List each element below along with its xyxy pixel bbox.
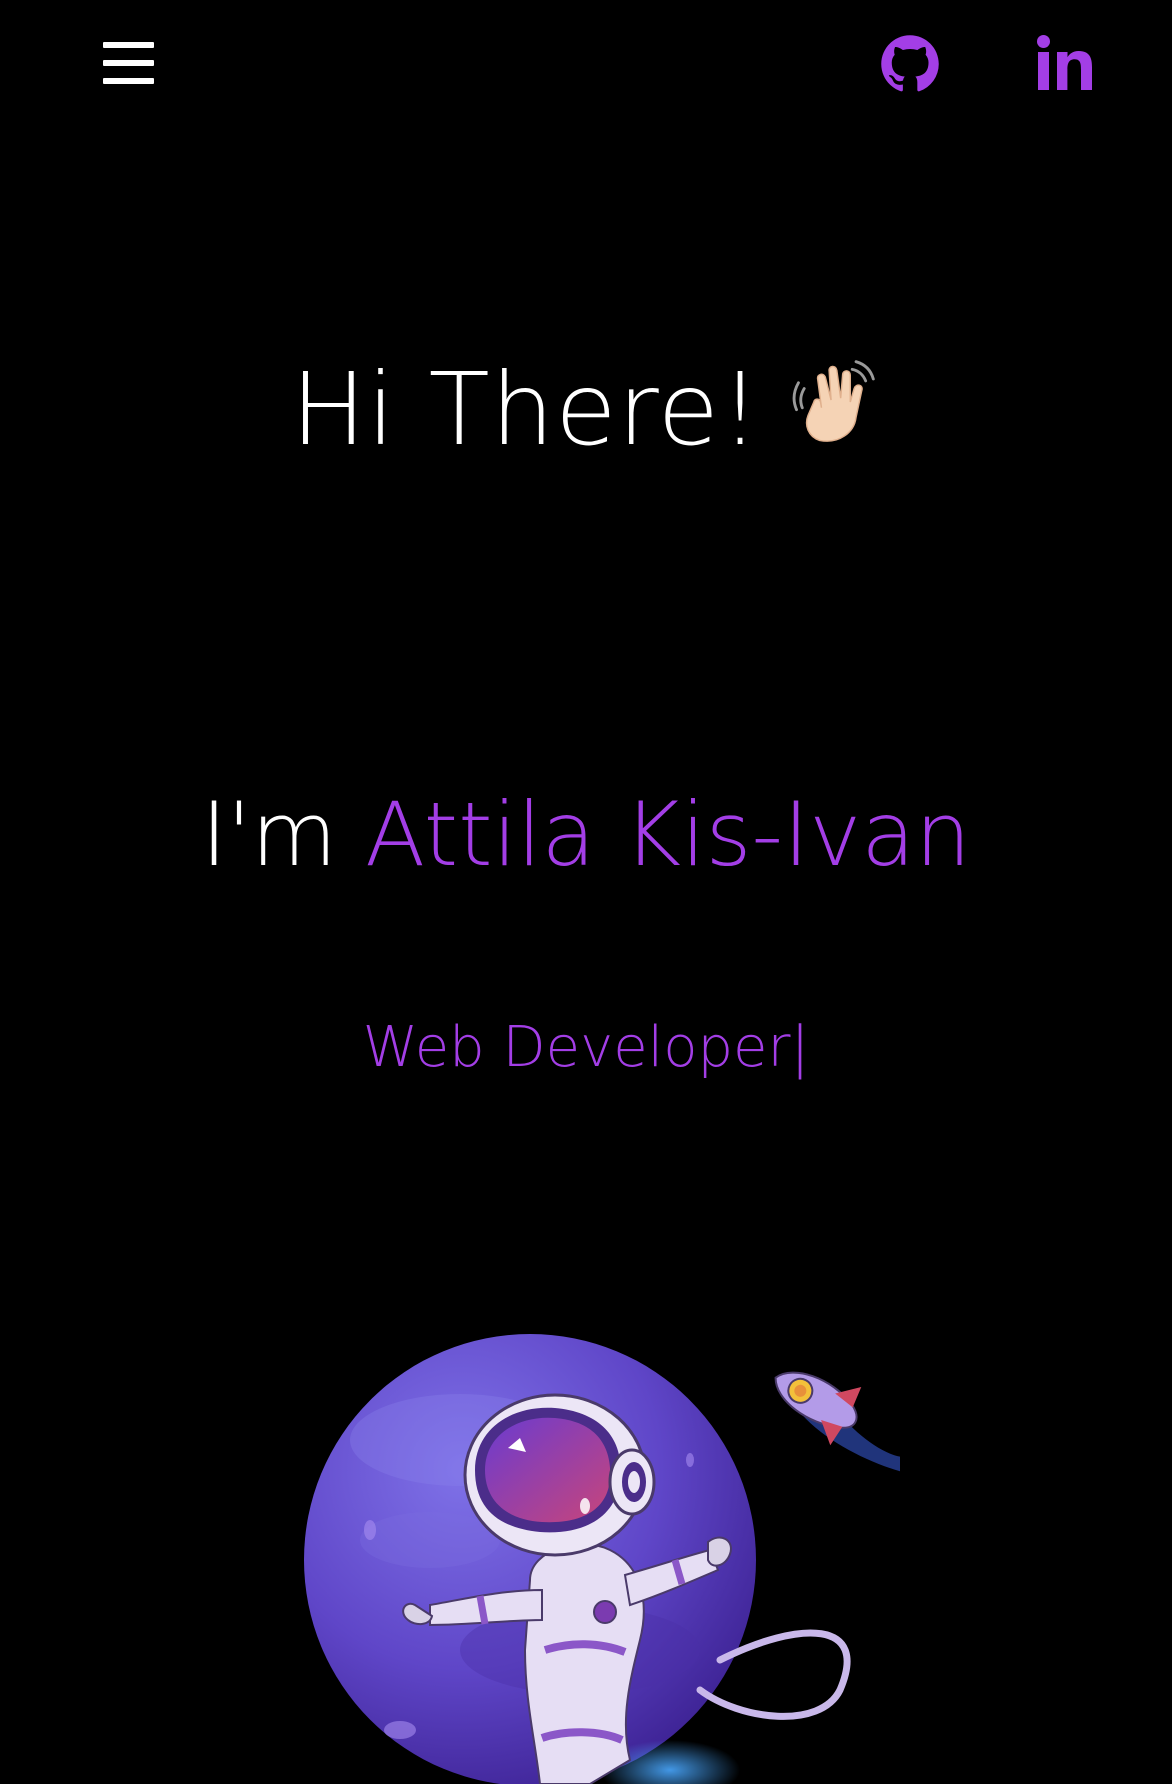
greeting-heading: Hi There! xyxy=(0,345,1172,475)
intro-heading: I'm Attila Kis-Ivan xyxy=(0,775,1172,895)
astronaut-planet-rocket-illustration xyxy=(304,1334,900,1784)
developer-name: Attila Kis-Ivan xyxy=(364,783,971,886)
waving-hand-icon xyxy=(792,360,875,442)
greeting-text: Hi There! xyxy=(290,351,762,468)
hamburger-menu-icon[interactable] xyxy=(98,36,158,90)
role-typewriter: Web Developer| xyxy=(0,1008,1172,1088)
github-icon[interactable] xyxy=(880,34,940,94)
role-text: Web Developer xyxy=(362,1015,791,1080)
linkedin-icon[interactable] xyxy=(1036,34,1096,94)
rocket-graphic xyxy=(774,1371,900,1476)
typing-cursor: | xyxy=(790,1015,810,1080)
top-navigation-bar xyxy=(0,0,1172,130)
portfolio-home-page: Hi There! I'm Attila Kis-Ivan Web Develo… xyxy=(0,0,1172,1784)
intro-prefix: I'm xyxy=(201,783,337,886)
